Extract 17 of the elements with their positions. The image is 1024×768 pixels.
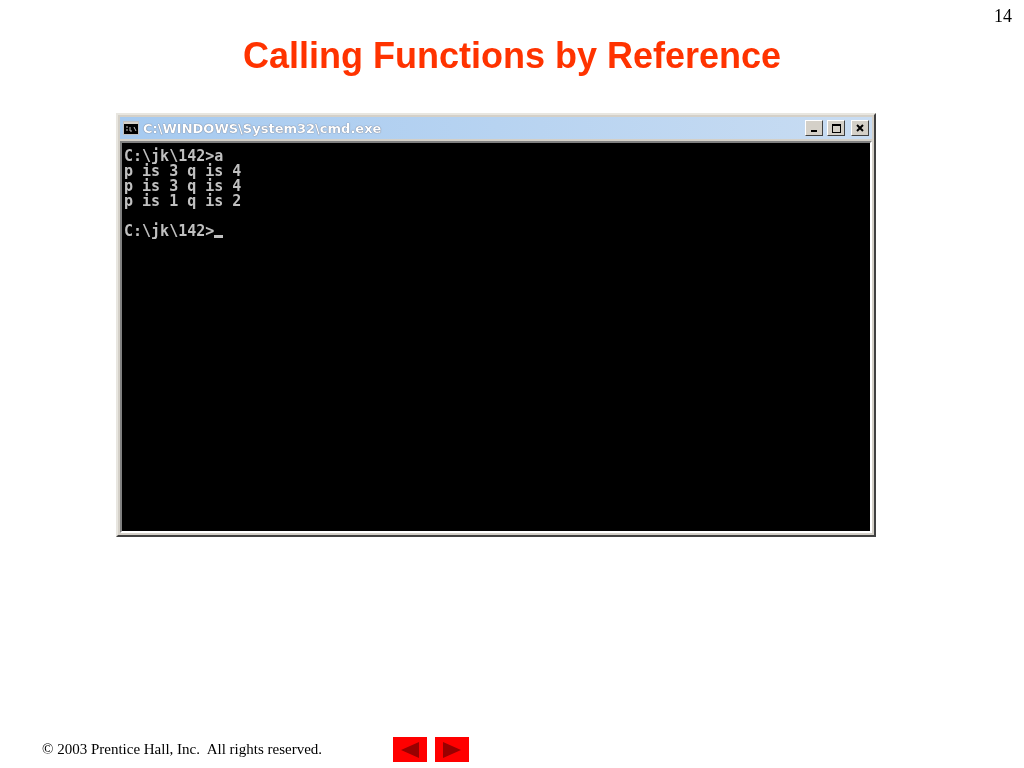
console-line: p is 1 q is 2	[124, 194, 242, 209]
console-line: p is 3 q is 4	[124, 164, 242, 179]
left-triangle-icon	[401, 741, 419, 758]
slide-title: Calling Functions by Reference	[242, 35, 782, 77]
maximize-button[interactable]	[827, 120, 845, 136]
console-line: C:\jk\142>	[124, 224, 215, 239]
right-triangle-icon	[443, 741, 461, 758]
maximize-icon	[831, 123, 841, 133]
copyright-text: © 2003 Prentice Hall, Inc. All rights reserved.	[42, 741, 324, 758]
page-number: 14	[994, 6, 1012, 27]
console-line: p is 3 q is 4	[124, 179, 242, 194]
window-title: C:\WINDOWS\System32\cmd.exe	[143, 120, 383, 136]
close-button[interactable]	[851, 120, 869, 136]
close-icon	[856, 124, 864, 132]
console-app-icon	[123, 121, 139, 135]
minimize-button[interactable]	[805, 120, 823, 136]
console-line: C:\jk\142>a	[124, 149, 224, 164]
